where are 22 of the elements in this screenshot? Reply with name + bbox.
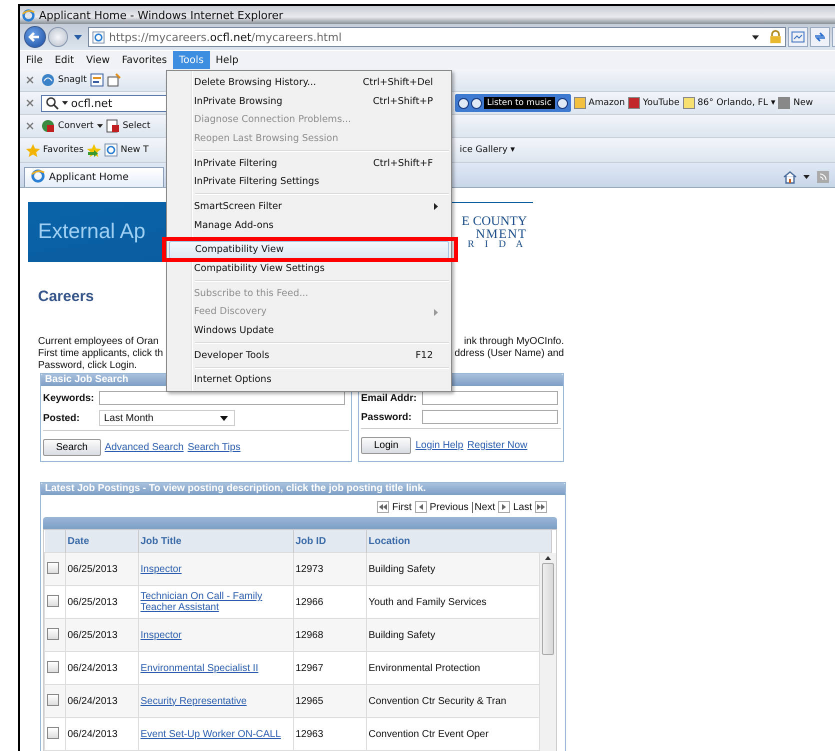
intro-text: ink through MyOCInfo.	[464, 336, 564, 348]
table-cell: 06/25/2013	[65, 618, 138, 652]
banner-title: External Ap	[38, 220, 146, 244]
intro-text: ddress (User Name) and	[454, 348, 564, 360]
intro-text: Password, click Login.	[38, 360, 137, 372]
table-cell: Building Safety	[366, 552, 551, 586]
table-cell: 12968	[293, 618, 366, 652]
table-cell: 06/24/2013	[65, 718, 138, 750]
window-title: Applicant Home - Windows Internet Explorer	[39, 8, 284, 22]
field-label: Posted:	[43, 412, 81, 424]
field-label: Password:	[361, 412, 413, 422]
page-heading: Careers	[38, 288, 94, 305]
field-label: Keywords:	[43, 392, 95, 404]
table-cell: 06/25/2013	[65, 552, 138, 586]
panel-title: Latest Job Postings - To view posting description, click the job posting title link.	[41, 483, 565, 495]
field-label: Email Addr:	[361, 392, 418, 404]
intro-text: First time applicants, click th	[38, 348, 164, 360]
table-cell: 12973	[293, 552, 366, 586]
table-cell: 12963	[293, 718, 366, 750]
table-cell: 06/24/2013	[65, 684, 138, 718]
intro-text: Current employees of Oran	[38, 336, 159, 348]
table-cell: 12965	[293, 684, 366, 718]
